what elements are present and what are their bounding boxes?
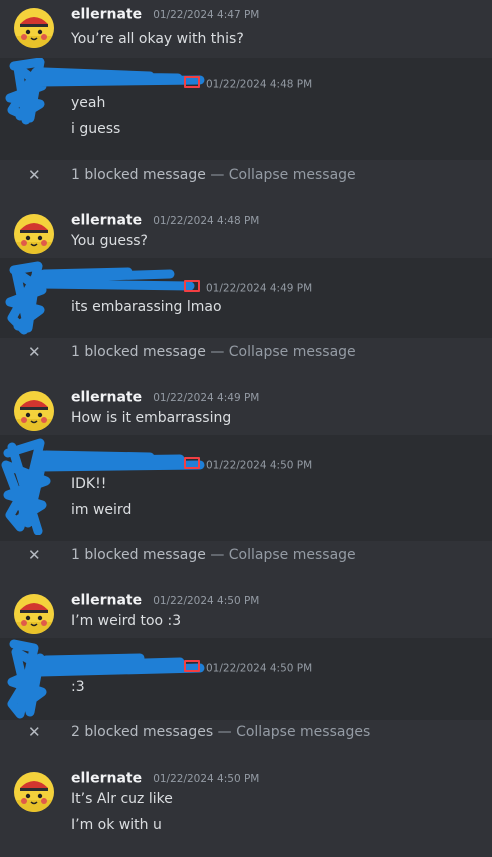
timestamp: 01/22/2024 4:48 PM	[153, 214, 260, 227]
pikachu-cap-avatar-icon	[14, 772, 54, 812]
blocked-count: 1 blocked message	[71, 167, 206, 183]
blocked-count: 2 blocked messages	[71, 724, 214, 740]
timestamp: 01/22/2024 4:50 PM	[153, 772, 260, 785]
message-feed: ellernate 01/22/2024 4:47 PM You’re all …	[0, 0, 492, 857]
pikachu-cap-avatar-icon	[14, 391, 54, 431]
monitor-icon	[184, 76, 200, 89]
author-name[interactable]: ellernate	[71, 390, 142, 406]
message-text: It’s Alr cuz like	[71, 791, 173, 807]
collapse-messages-link[interactable]: Collapse messages	[236, 724, 370, 740]
separator: —	[210, 344, 225, 360]
collapse-message-link[interactable]: Collapse message	[229, 344, 356, 360]
timestamp: 01/22/2024 4:50 PM	[206, 459, 313, 472]
separator: —	[210, 547, 225, 563]
close-icon[interactable]: ✕	[28, 343, 41, 361]
message-text: I’m weird too :3	[71, 613, 182, 629]
blocked-count: 1 blocked message	[71, 344, 206, 360]
separator: —	[210, 167, 225, 183]
author-name[interactable]: ellernate	[71, 593, 142, 609]
avatar[interactable]	[14, 214, 54, 254]
timestamp: 01/22/2024 4:50 PM	[153, 594, 260, 607]
blocked-count: 1 blocked message	[71, 547, 206, 563]
pikachu-cap-avatar-icon	[14, 8, 54, 48]
blocked-messages-row: ✕ 1 blocked message — Collapse message	[0, 341, 492, 365]
separator: —	[217, 724, 232, 740]
avatar[interactable]	[14, 772, 54, 812]
timestamp: 01/22/2024 4:49 PM	[206, 282, 313, 295]
blocked-messages-row: ✕ 1 blocked message — Collapse message	[0, 164, 492, 188]
message-group: 01/22/2024 4:48 PM yeah i guess	[0, 58, 492, 160]
close-icon[interactable]: ✕	[28, 723, 41, 741]
message-group: ellernate 01/22/2024 4:50 PM It’s Alr cu…	[0, 764, 492, 857]
avatar[interactable]	[14, 594, 54, 634]
timestamp: 01/22/2024 4:50 PM	[206, 662, 313, 675]
message-text: IDK!!	[71, 476, 107, 492]
message-text: How is it embarrassing	[71, 410, 232, 426]
redaction-scribble	[5, 261, 195, 335]
message-text: yeah	[71, 95, 106, 111]
close-icon[interactable]: ✕	[28, 546, 41, 564]
message-group: ellernate 01/22/2024 4:50 PM I’m weird t…	[0, 586, 492, 638]
pikachu-cap-avatar-icon	[14, 594, 54, 634]
message-text: :3	[71, 679, 85, 695]
author-name[interactable]: ellernate	[71, 213, 142, 229]
redaction-scribble	[7, 639, 205, 719]
monitor-icon	[184, 457, 200, 470]
message-group: 01/22/2024 4:50 PM IDK!! im weird	[0, 435, 492, 541]
avatar[interactable]	[14, 8, 54, 48]
redaction-scribble	[1, 438, 205, 535]
message-group: 01/22/2024 4:49 PM its embarassing lmao	[0, 258, 492, 338]
monitor-icon	[184, 280, 200, 293]
message-text: im weird	[71, 502, 132, 518]
collapse-message-link[interactable]: Collapse message	[229, 547, 356, 563]
timestamp: 01/22/2024 4:49 PM	[153, 391, 260, 404]
avatar[interactable]	[14, 391, 54, 431]
message-group: ellernate 01/22/2024 4:47 PM You’re all …	[0, 0, 492, 58]
message-group: 01/22/2024 4:50 PM :3	[0, 638, 492, 720]
message-text: I’m ok with u	[71, 817, 162, 833]
monitor-icon	[184, 660, 200, 673]
author-name[interactable]: ellernate	[71, 771, 142, 787]
message-text: You’re all okay with this?	[71, 31, 244, 47]
message-text: i guess	[71, 121, 121, 137]
message-text: its embarassing lmao	[71, 299, 222, 315]
author-name[interactable]: ellernate	[71, 7, 142, 23]
timestamp: 01/22/2024 4:48 PM	[206, 78, 313, 91]
pikachu-cap-avatar-icon	[14, 214, 54, 254]
message-text: You guess?	[71, 233, 148, 249]
close-icon[interactable]: ✕	[28, 166, 41, 184]
message-group: ellernate 01/22/2024 4:49 PM How is it e…	[0, 383, 492, 435]
timestamp: 01/22/2024 4:47 PM	[153, 8, 260, 21]
message-group: ellernate 01/22/2024 4:48 PM You guess?	[0, 206, 492, 258]
redaction-scribble	[5, 58, 205, 125]
collapse-message-link[interactable]: Collapse message	[229, 167, 356, 183]
blocked-messages-row: ✕ 1 blocked message — Collapse message	[0, 544, 492, 568]
blocked-messages-row: ✕ 2 blocked messages — Collapse messages	[0, 721, 492, 745]
